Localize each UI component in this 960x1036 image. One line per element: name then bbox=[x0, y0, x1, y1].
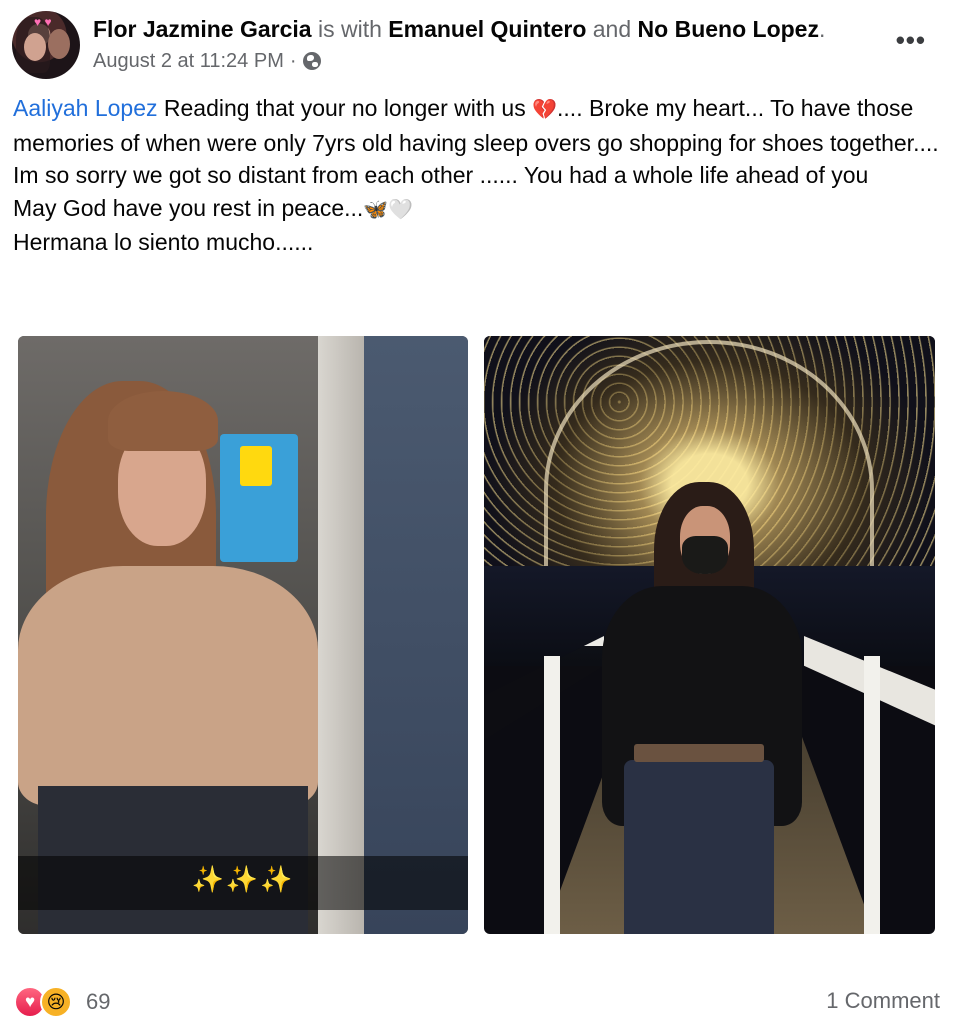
photo1-caption: ✨✨✨ bbox=[191, 864, 295, 894]
more-options-icon[interactable]: ••• bbox=[896, 27, 926, 53]
broken-heart-emoji: 💔 bbox=[532, 99, 558, 121]
comments-count-link[interactable]: 1 Comment bbox=[826, 988, 940, 1014]
photo1-door-frame bbox=[318, 336, 364, 934]
photo2-jeans bbox=[624, 760, 774, 934]
reactions-summary[interactable]: ♥ 😢 69 bbox=[14, 986, 110, 1018]
post-paragraph-1: Aaliyah Lopez Reading that your no longe… bbox=[13, 92, 948, 159]
facebook-post: ♥ ♥ Flor Jazmine Garcia is with Emanuel … bbox=[0, 0, 960, 1036]
avatar-face-second bbox=[48, 29, 70, 59]
photo1-blue-door bbox=[364, 336, 468, 934]
author-avatar[interactable]: ♥ ♥ bbox=[12, 11, 80, 79]
post-timestamp[interactable]: August 2 at 11:24 PM bbox=[93, 48, 284, 74]
post-text-line1: Reading that your no longer with us bbox=[157, 95, 533, 121]
mention-link[interactable]: Aaliyah Lopez bbox=[13, 95, 158, 121]
photo2-mask bbox=[682, 536, 728, 574]
post-paragraph-3: May God have you rest in peace...🦋🤍 bbox=[13, 192, 948, 227]
post-text-line3: May God have you rest in peace... bbox=[13, 194, 364, 221]
avatar-hearts-icon: ♥ ♥ bbox=[34, 15, 52, 29]
post-photo-2[interactable] bbox=[484, 336, 935, 934]
butterfly-heart-emoji: 🦋🤍 bbox=[363, 198, 414, 221]
with-text: is with bbox=[311, 16, 389, 42]
post-paragraph-4: Hermana lo siento mucho...... bbox=[13, 229, 314, 255]
photo2-left-post bbox=[544, 656, 560, 934]
reaction-count[interactable]: 69 bbox=[86, 989, 110, 1015]
photo2-belt bbox=[634, 744, 764, 762]
avatar-face bbox=[24, 33, 46, 61]
tagged-user-2[interactable]: No Bueno Lopez bbox=[638, 16, 819, 42]
post-photo-1[interactable]: ✨✨✨ bbox=[18, 336, 468, 934]
meta-separator: · bbox=[289, 50, 297, 72]
post-meta: August 2 at 11:24 PM · bbox=[93, 48, 321, 74]
author-name[interactable]: Flor Jazmine Garcia bbox=[93, 16, 312, 42]
photo2-right-post bbox=[864, 656, 880, 934]
photo1-top bbox=[18, 566, 318, 806]
post-header: Flor Jazmine Garcia is with Emanuel Quin… bbox=[93, 14, 825, 44]
globe-icon[interactable] bbox=[302, 52, 321, 70]
and-text: and bbox=[586, 16, 638, 42]
photo1-bangs bbox=[108, 391, 218, 451]
header-period: . bbox=[818, 16, 826, 42]
sad-reaction-icon: 😢 bbox=[40, 986, 72, 1018]
photo1-cartoon-sticker bbox=[240, 446, 272, 486]
post-text: Aaliyah Lopez Reading that your no longe… bbox=[13, 92, 948, 259]
tagged-user-1[interactable]: Emanuel Quintero bbox=[388, 16, 586, 42]
post-paragraph-2: Im so sorry we got so distant from each … bbox=[13, 162, 869, 188]
